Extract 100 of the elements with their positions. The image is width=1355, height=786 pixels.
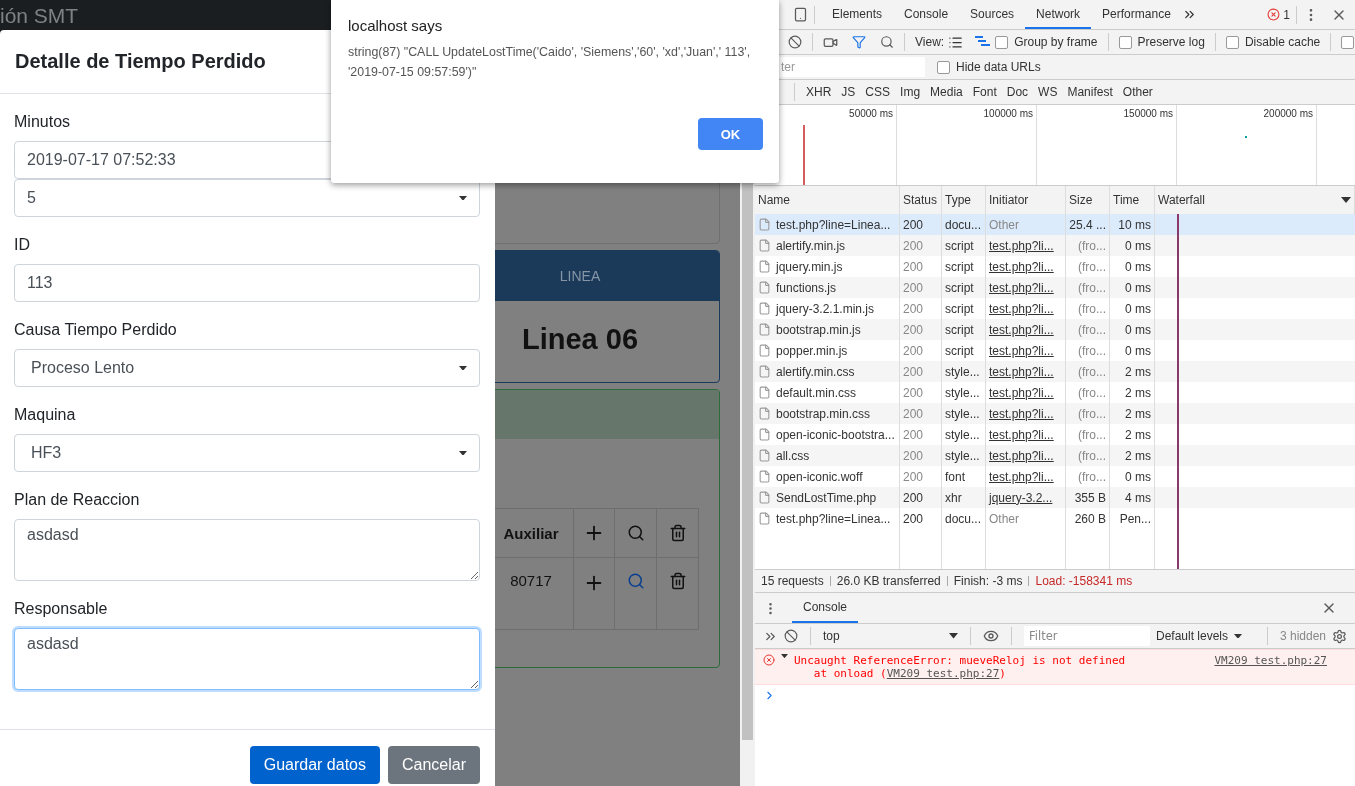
tick-label: 100000 ms: [983, 108, 1033, 121]
input-field[interactable]: 113: [14, 264, 480, 302]
search-icon[interactable]: [626, 572, 645, 590]
file-icon: [758, 302, 771, 315]
request-row[interactable]: alertify.min.css 200 style... test.php?li... (fro... 2 ms: [755, 361, 1355, 382]
file-icon: [758, 449, 771, 462]
file-icon: [758, 491, 771, 504]
cancel-button[interactable]: Cancelar: [387, 746, 480, 784]
navbar-title: ión SMT: [0, 4, 79, 27]
file-icon: [758, 323, 771, 336]
ok-button[interactable]: OK: [698, 118, 763, 150]
table-cell: alertify.min.js: [776, 238, 846, 253]
select-field[interactable]: HF3: [14, 434, 480, 472]
type-filter[interactable]: Font: [967, 85, 1002, 99]
eye-icon[interactable]: [983, 628, 999, 644]
file-icon: [758, 344, 771, 357]
field-label: Minutos: [14, 113, 72, 131]
type-filter[interactable]: Media: [925, 85, 968, 99]
devtools-tab[interactable]: Elements: [821, 0, 894, 29]
table-cell: popper.min.js: [776, 343, 848, 358]
filter-icon[interactable]: [852, 35, 866, 49]
file-icon: [758, 386, 771, 399]
table-cell: bootstrap.min.js: [776, 322, 861, 337]
table-cell: alertify.min.css: [776, 364, 855, 379]
sort-icon: [1341, 197, 1351, 203]
devtools-tab[interactable]: Performance: [1091, 0, 1182, 29]
search-icon[interactable]: [626, 524, 645, 542]
error-count[interactable]: 1: [1283, 7, 1290, 22]
search-icon[interactable]: [880, 35, 894, 49]
context-select[interactable]: top: [823, 629, 958, 643]
file-icon: [758, 239, 771, 252]
alert-title: localhost says: [348, 17, 444, 34]
alert-message: string(87) "CALL UpdateLostTime('Caido', 'Siemens','60', 'xd','Juan',' 113', '2019-07-15 09:57:59')": [348, 44, 752, 81]
tick-label: 150000 ms: [1123, 108, 1173, 121]
device-icon[interactable]: [793, 7, 808, 22]
type-filter[interactable]: WS: [1033, 85, 1063, 99]
request-row[interactable]: SendLostTime.php 200 xhr jquery-3.2... 355 B 4 ms: [755, 487, 1355, 508]
filter-field[interactable]: Filter: [1024, 626, 1150, 646]
table-cell: SendLostTime.php: [776, 490, 877, 505]
levels-dropdown[interactable]: Default levels: [1156, 629, 1229, 643]
table-cell: 200: [900, 508, 942, 529]
file-icon: [758, 260, 771, 273]
checkbox-option[interactable]: Hide data URLs: [937, 60, 1041, 74]
table-cell: 260 B: [1066, 508, 1110, 529]
settings-icon[interactable]: [1332, 628, 1347, 644]
type-filter[interactable]: Doc: [1001, 85, 1034, 99]
save-button[interactable]: Guardar datos: [249, 746, 380, 784]
waterfall-icon[interactable]: [975, 36, 992, 48]
checkbox-option[interactable]: Preserve log: [1118, 35, 1205, 49]
checkbox-option[interactable]: Disable cache: [1225, 35, 1321, 49]
field-label: Responsable: [14, 600, 109, 618]
table-cell: docu...: [942, 508, 986, 529]
select-field[interactable]: Proceso Lento: [14, 349, 480, 387]
select-field[interactable]: 5: [14, 179, 480, 217]
drawer-tab[interactable]: Console: [792, 593, 859, 623]
devtools-tab[interactable]: Sources: [959, 0, 1026, 29]
devtools-tab[interactable]: Console: [893, 0, 960, 29]
type-filter[interactable]: Img: [895, 85, 926, 99]
request-row[interactable]: test.php?line=Linea... 200 docu... Other 25.4 ... 10 ms: [755, 214, 1355, 235]
error-icon: [763, 654, 775, 666]
type-filter[interactable]: CSS: [860, 85, 896, 99]
trash-icon[interactable]: [668, 524, 687, 542]
text-area[interactable]: asdasd: [14, 628, 480, 690]
request-row[interactable]: alertify.min.js 200 script test.php?li... (fro... 0 ms: [755, 235, 1355, 256]
list-icon[interactable]: [948, 34, 964, 50]
checkbox-option[interactable]: Group by frame: [995, 35, 1098, 49]
request-row[interactable]: bootstrap.min.css 200 style... test.php?li... (fro... 2 ms: [755, 403, 1355, 424]
caret-icon: [459, 450, 467, 456]
file-icon: [758, 470, 771, 483]
hidden-count: 3 hidden: [1279, 629, 1326, 643]
table-cell: Pen...: [1110, 508, 1155, 529]
type-filter[interactable]: Other: [1117, 85, 1158, 99]
type-filter[interactable]: Manifest: [1062, 85, 1118, 99]
field-label: Plan de Reaccion: [14, 491, 141, 509]
request-row[interactable]: all.css 200 style... test.php?li... (fro... 2 ms: [755, 445, 1355, 466]
type-filter[interactable]: JS: [836, 85, 861, 99]
stack-trace: at onload (VM209 test.php:27): [812, 667, 1007, 680]
table-cell: open-iconic-bootstra...: [776, 427, 895, 442]
request-row[interactable]: functions.js 200 script test.php?li... (fro... 0 ms: [755, 277, 1355, 298]
caret-icon: [949, 633, 958, 639]
clear-icon[interactable]: [788, 35, 802, 49]
clear-icon[interactable]: [784, 629, 798, 643]
table-cell: jquery.min.js: [776, 259, 843, 274]
request-row[interactable]: bootstrap.min.js 200 script test.php?li... (fro... 0 ms: [755, 319, 1355, 340]
type-filter[interactable]: XHR: [801, 85, 837, 99]
trash-icon[interactable]: [668, 572, 687, 590]
table-cell: jquery-3.2.1.min.js: [776, 301, 875, 316]
caret-icon: [1234, 633, 1243, 639]
table-cell: bootstrap.min.css: [776, 406, 871, 421]
table-cell: test.php?line=Linea...: [776, 217, 891, 232]
line-name: Linea 06: [521, 323, 639, 356]
tick-label: 50000 ms: [849, 108, 893, 121]
text-area[interactable]: asdasd: [14, 519, 480, 581]
summary-text: 26.0 KB transferred: [836, 574, 941, 588]
checkbox[interactable]: [1341, 35, 1355, 49]
table-cell: test.php?line=Linea...: [776, 511, 891, 526]
source-link[interactable]: VM209 test.php:27: [1214, 654, 1327, 667]
caret-icon: [459, 195, 467, 201]
modal-title: Detalle de Tiempo Perdido: [15, 50, 266, 73]
source-link[interactable]: VM209 test.php:27: [886, 667, 1000, 680]
